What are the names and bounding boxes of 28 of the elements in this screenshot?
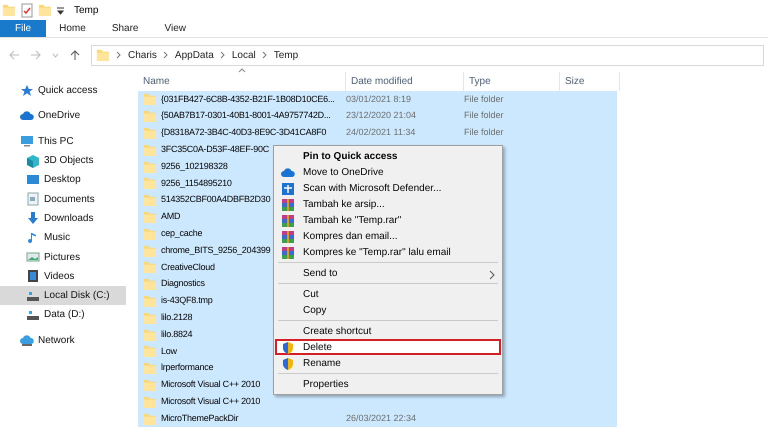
file-name: 3FC35C0A-D53F-48EF-90C [161,143,270,156]
file-name: 9256_102198328 [161,160,228,173]
file-name: lilo.2128 [161,311,192,324]
file-name: MicroThemePackDir [161,412,238,425]
file-name: Microsoft Visual C++ 2010 [161,378,260,392]
file-name: Low [161,344,177,358]
file-name: Diagnostics [161,277,205,290]
date-modified: 03/01/2021 8:19 [346,94,412,104]
file-name: CreativeCloud [161,260,215,274]
file-name: lilo.8824 [161,328,192,341]
file-name: 514352CBF00A4DBFB2D30 [161,193,270,206]
date-modified: 24/02/2021 11:34 [346,127,416,138]
file-name: is-43QF8.tmp [161,294,213,308]
file-name: cep_cache [161,227,202,240]
file-name: {D8318A72-3B4C-40D3-8E9C-3D41CA8F0 [161,126,326,140]
file-name: lrperformance [161,361,214,374]
file-name: {031FB427-6C8B-4352-B21F-1B08D10CE6... [161,92,335,106]
date-modified: 23/12/2020 21:04 [346,110,416,120]
window-title: Temp [74,4,98,18]
file-type: File folder [464,94,504,104]
date-modified: 26/03/2021 22:34 [346,412,416,423]
file-name: AMD [161,210,180,224]
file-type: File folder [464,110,504,120]
file-type: File folder [464,127,504,138]
file-name: {50AB7B17-0301-40B1-8001-4A9757742D... [161,109,331,122]
file-name: 9256_1154895210 [161,176,232,190]
file-name: chrome_BITS_9256_204399 [161,244,270,257]
file-name: Microsoft Visual C++ 2010 [161,394,260,408]
